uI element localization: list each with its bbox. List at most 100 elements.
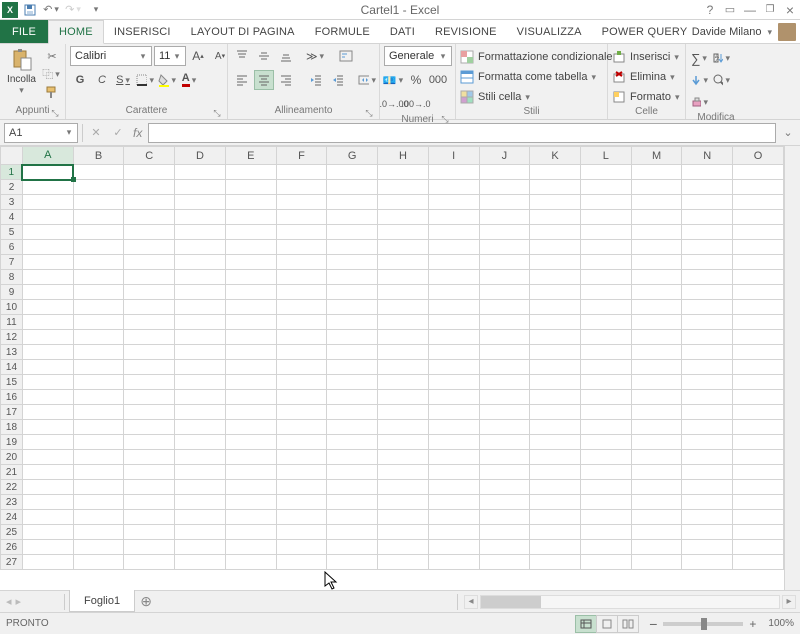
row-header-1[interactable]: 1 [1,165,23,180]
cell-F3[interactable] [276,195,327,210]
cell-G27[interactable] [327,555,378,570]
cell-M2[interactable] [631,180,682,195]
cell-H11[interactable] [378,315,429,330]
cell-O22[interactable] [733,480,784,495]
cell-H7[interactable] [378,255,429,270]
cell-M7[interactable] [631,255,682,270]
clear-button[interactable]: ▾ [690,92,710,112]
cell-E17[interactable] [225,405,276,420]
cell-D10[interactable] [175,300,226,315]
cell-K7[interactable] [530,255,581,270]
cell-I27[interactable] [428,555,479,570]
cell-H6[interactable] [378,240,429,255]
cell-F19[interactable] [276,435,327,450]
cell-A20[interactable] [22,450,73,465]
row-header-2[interactable]: 2 [1,180,23,195]
cell-N20[interactable] [682,450,733,465]
cell-B11[interactable] [73,315,124,330]
cell-N17[interactable] [682,405,733,420]
cell-J7[interactable] [479,255,530,270]
col-header-A[interactable]: A [22,147,73,165]
cell-G4[interactable] [327,210,378,225]
cell-H12[interactable] [378,330,429,345]
shrink-font-button[interactable]: A▾ [210,46,230,66]
cell-F18[interactable] [276,420,327,435]
conditional-formatting-button[interactable]: Formattazione condizionale▾ [460,48,623,66]
cell-I6[interactable] [428,240,479,255]
cell-I2[interactable] [428,180,479,195]
cell-K14[interactable] [530,360,581,375]
cell-K12[interactable] [530,330,581,345]
cell-E13[interactable] [225,345,276,360]
tab-power-query[interactable]: POWER QUERY [592,20,698,43]
row-header-12[interactable]: 12 [1,330,23,345]
cell-F11[interactable] [276,315,327,330]
cell-M6[interactable] [631,240,682,255]
cell-I20[interactable] [428,450,479,465]
cell-K27[interactable] [530,555,581,570]
cell-I3[interactable] [428,195,479,210]
cell-D6[interactable] [175,240,226,255]
col-header-F[interactable]: F [276,147,327,165]
cell-N3[interactable] [682,195,733,210]
cell-L4[interactable] [580,210,631,225]
copy-button[interactable]: ⿻▾ [43,66,61,82]
cell-M17[interactable] [631,405,682,420]
cell-K1[interactable] [530,165,581,180]
cell-I25[interactable] [428,525,479,540]
row-header-15[interactable]: 15 [1,375,23,390]
cell-E19[interactable] [225,435,276,450]
cell-G16[interactable] [327,390,378,405]
cell-M9[interactable] [631,285,682,300]
cell-A26[interactable] [22,540,73,555]
cell-E2[interactable] [225,180,276,195]
cell-G8[interactable] [327,270,378,285]
cell-D5[interactable] [175,225,226,240]
cell-E27[interactable] [225,555,276,570]
row-header-14[interactable]: 14 [1,360,23,375]
format-cells-button[interactable]: Formato▾ [612,88,682,106]
cell-L13[interactable] [580,345,631,360]
cell-G24[interactable] [327,510,378,525]
new-sheet-button[interactable]: ⊕ [135,591,157,613]
cell-D19[interactable] [175,435,226,450]
cell-O8[interactable] [733,270,784,285]
cell-N25[interactable] [682,525,733,540]
cell-N11[interactable] [682,315,733,330]
cell-D12[interactable] [175,330,226,345]
col-header-C[interactable]: C [124,147,175,165]
cell-N22[interactable] [682,480,733,495]
row-header-25[interactable]: 25 [1,525,23,540]
col-header-L[interactable]: L [580,147,631,165]
cell-N12[interactable] [682,330,733,345]
cell-F13[interactable] [276,345,327,360]
cell-C27[interactable] [124,555,175,570]
cell-O26[interactable] [733,540,784,555]
cell-L6[interactable] [580,240,631,255]
cell-E4[interactable] [225,210,276,225]
cell-N7[interactable] [682,255,733,270]
cell-G23[interactable] [327,495,378,510]
row-header-23[interactable]: 23 [1,495,23,510]
cell-O13[interactable] [733,345,784,360]
cell-M23[interactable] [631,495,682,510]
cell-D4[interactable] [175,210,226,225]
cell-B26[interactable] [73,540,124,555]
cell-B25[interactable] [73,525,124,540]
cell-C24[interactable] [124,510,175,525]
cell-A9[interactable] [22,285,73,300]
cell-K21[interactable] [530,465,581,480]
cell-G15[interactable] [327,375,378,390]
tab-home[interactable]: HOME [48,20,104,44]
col-header-G[interactable]: G [327,147,378,165]
cell-G18[interactable] [327,420,378,435]
italic-button[interactable]: C [92,70,112,90]
cell-E25[interactable] [225,525,276,540]
cell-J11[interactable] [479,315,530,330]
cell-A19[interactable] [22,435,73,450]
cell-D27[interactable] [175,555,226,570]
cell-N8[interactable] [682,270,733,285]
cell-C22[interactable] [124,480,175,495]
cell-J17[interactable] [479,405,530,420]
cell-A17[interactable] [22,405,73,420]
